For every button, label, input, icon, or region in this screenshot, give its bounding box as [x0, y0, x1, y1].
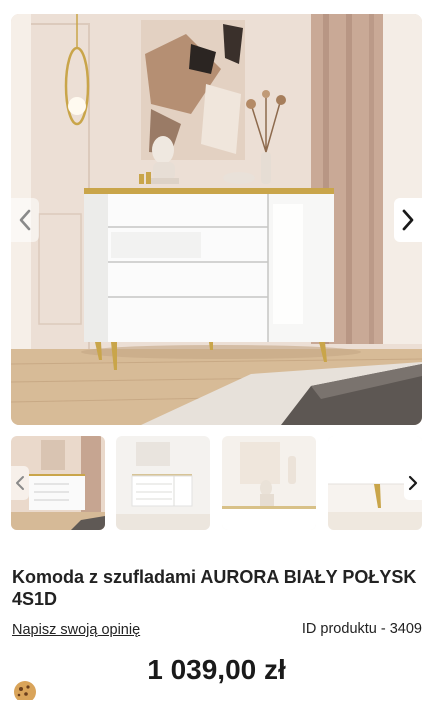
write-review-link[interactable]: Napisz swoją opinię: [12, 622, 140, 638]
thumbnail-3[interactable]: [222, 436, 316, 530]
product-id: ID produktu - 3409: [301, 621, 422, 637]
chevron-left-icon: [19, 209, 31, 231]
product-title: Komoda z szufladami AURORA BIAŁY POŁYSK …: [12, 567, 417, 609]
thumbnails-prev-button[interactable]: [11, 466, 29, 500]
chevron-right-icon: [408, 475, 418, 491]
cookie-icon: [14, 681, 36, 703]
chevron-right-icon: [402, 209, 414, 231]
chevron-left-icon: [16, 476, 24, 490]
thumbnail-2[interactable]: [116, 436, 210, 530]
cookie-settings-button[interactable]: [13, 680, 37, 705]
thumbnail-strip: [11, 436, 422, 530]
main-product-image[interactable]: [11, 14, 422, 425]
gallery-prev-button[interactable]: [11, 198, 39, 242]
thumbnails-next-button[interactable]: [404, 466, 422, 500]
gallery-next-button[interactable]: [394, 198, 422, 242]
product-price: 1 039,00 zł: [147, 654, 286, 685]
